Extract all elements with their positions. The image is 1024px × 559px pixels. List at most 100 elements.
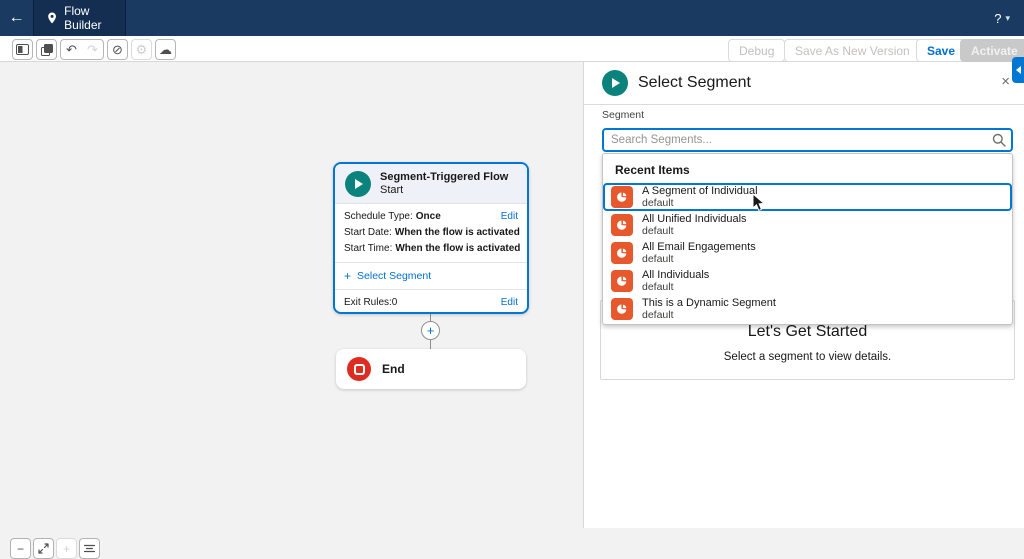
docked-panel-tab[interactable] [1012,57,1024,83]
schedule-edit-link[interactable]: Edit [501,209,518,225]
activate-label: Activate [971,44,1018,58]
segment-icon [611,298,633,320]
panel-title: Select Segment [638,74,751,92]
segment-option-subtitle: default [642,309,776,321]
cloud-icon: ☁ [159,42,172,58]
close-icon[interactable]: × [1001,74,1010,89]
end-node-label: End [382,362,405,376]
fit-view-icon [38,543,49,554]
exit-rules-label: Exit Rules: [344,297,392,308]
segment-option-4[interactable]: All Individuals default [603,267,1012,295]
start-node[interactable]: Segment-Triggered Flow Start Schedule Ty… [333,162,529,314]
schedule-type-label: Schedule Type: [344,209,413,225]
redo-button[interactable]: ↷ [82,40,103,59]
segment-field-label: Segment [602,109,644,121]
help-icon: ? [994,11,1001,26]
start-date-value: When the flow is activated [395,225,520,241]
toggle-toolbox-button[interactable] [12,39,33,60]
exit-rules-edit-link[interactable]: Edit [501,297,518,308]
redo-icon: ↷ [87,42,98,58]
help-menu[interactable]: ? ▾ [994,0,1010,36]
add-element-button[interactable]: + [421,321,440,340]
segment-option-title: This is a Dynamic Segment [642,297,776,309]
expand-all-button[interactable] [79,538,100,559]
start-date-label: Start Date: [344,225,392,241]
fit-view-button[interactable] [33,538,54,559]
select-segment-panel: Select Segment × Segment Recent Items A … [583,62,1024,528]
details-heading: Let's Get Started [601,323,1014,341]
panel-toggle-icon [16,44,29,55]
segment-icon [611,214,633,236]
caret-down-icon: ▾ [1005,13,1010,24]
debug-button[interactable]: Debug [728,39,785,62]
toolbox-button[interactable]: ☁ [155,39,176,60]
start-node-subtitle: Start [380,184,508,197]
top-header-bar: ← Flow Builder ? ▾ [0,0,1024,36]
segment-search [602,128,1013,152]
segment-option-5[interactable]: This is a Dynamic Segment default [603,295,1012,323]
zoom-out-button[interactable]: − [10,538,31,559]
settings-button[interactable]: ⚙ [131,39,152,60]
schedule-type-row: Schedule Type: Once Edit [344,209,518,225]
start-time-value: When the flow is activated [395,241,520,257]
gear-icon: ⚙ [136,42,148,58]
plus-icon: + [344,269,351,283]
start-node-header: Segment-Triggered Flow Start [335,164,527,204]
back-button[interactable]: ← [0,0,34,36]
plus-icon: + [63,542,70,556]
undo-button[interactable]: ↶ [61,40,82,59]
segment-option-subtitle: default [642,225,747,237]
segment-icon [611,270,633,292]
zoom-controls: − + [10,538,100,559]
app-tab[interactable]: Flow Builder [34,0,126,36]
segment-option-3[interactable]: All Email Engagements default [603,239,1012,267]
back-icon: ← [9,9,25,27]
segment-option-title: All Individuals [642,269,709,281]
segment-option-subtitle: default [642,197,758,209]
exit-rules-value: 0 [392,297,398,308]
start-time-row: Start Time: When the flow is activated [344,241,518,257]
search-icon [992,133,1006,147]
start-node-body: Schedule Type: Once Edit Start Date: Whe… [335,204,527,308]
save-button[interactable]: Save [916,39,966,62]
plus-icon: + [427,323,435,338]
end-node[interactable]: End [336,349,526,389]
zoom-in-button[interactable]: + [56,538,77,559]
segment-option-subtitle: default [642,281,709,293]
schedule-type-value: Once [416,209,441,225]
segment-option-subtitle: default [642,253,756,265]
segment-icon [611,186,633,208]
segment-search-input[interactable] [602,128,1013,152]
segment-icon [611,242,633,264]
save-as-new-version-label: Save As New Version [785,40,920,61]
segment-option-title: A Segment of Individual [642,185,758,197]
select-segment-label: Select Segment [357,270,431,282]
minus-icon: − [17,542,24,556]
view-errors-button[interactable]: ⊘ [107,39,128,60]
segment-dropdown: Recent Items A Segment of Individual def… [602,153,1013,325]
prohibit-icon: ⊘ [112,42,123,58]
segment-option-2[interactable]: All Unified Individuals default [603,211,1012,239]
copy-icon [41,44,53,56]
lines-icon [84,544,95,553]
segment-option-1[interactable]: A Segment of Individual default [603,183,1012,211]
debug-label: Debug [739,44,774,58]
panel-header: Select Segment × [584,62,1024,105]
start-time-label: Start Time: [344,241,392,257]
start-date-row: Start Date: When the flow is activated [344,225,518,241]
select-segment-link[interactable]: + Select Segment [335,262,527,290]
end-icon [347,357,371,381]
start-node-title: Segment-Triggered Flow [380,171,508,184]
exit-rules-row: Exit Rules: 0 Edit [344,290,518,308]
chevron-left-icon [1016,66,1021,74]
app-title: Flow Builder [64,4,125,32]
segment-option-title: All Unified Individuals [642,213,747,225]
save-label: Save [927,44,955,58]
undo-redo-group: ↶ ↷ [60,39,104,60]
recent-items-header: Recent Items [603,156,1012,183]
details-caption: Select a segment to view details. [601,351,1014,363]
manager-button[interactable] [36,39,57,60]
location-pin-icon [47,11,57,25]
undo-icon: ↶ [66,42,77,58]
start-play-icon [345,171,371,197]
